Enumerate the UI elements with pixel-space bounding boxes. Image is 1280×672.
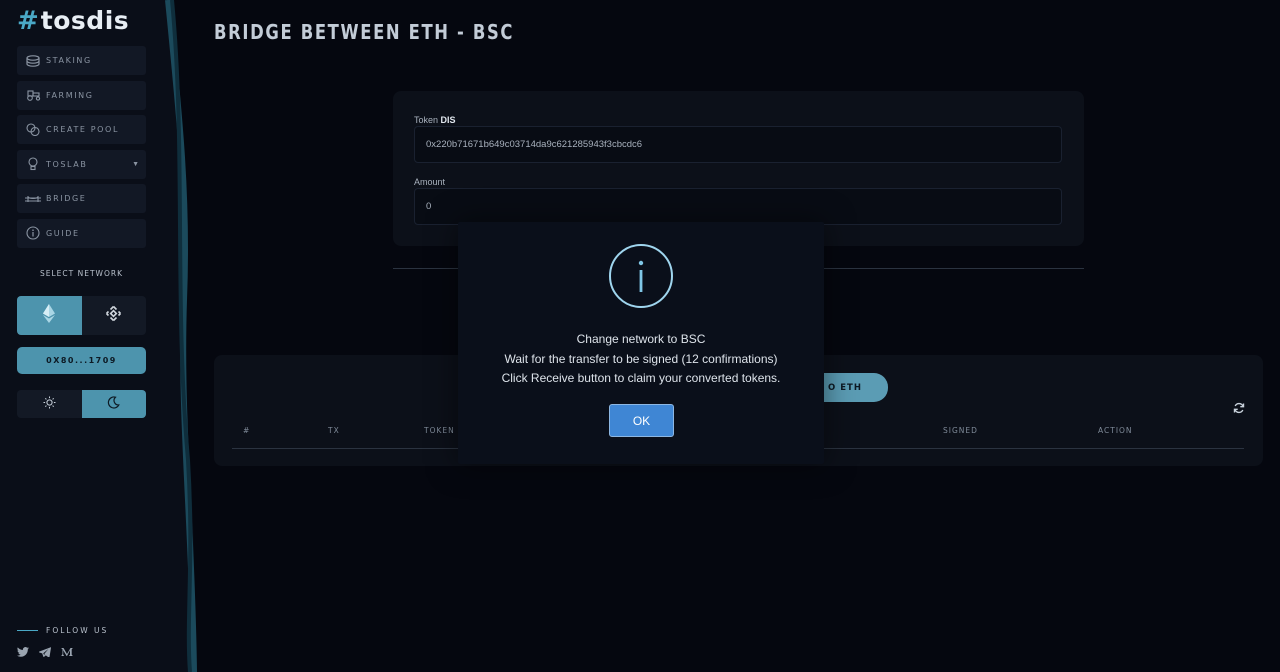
follow-us: FOLLOW US: [17, 626, 108, 635]
modal-message-line-1: Change network to BSC: [576, 332, 706, 346]
column-header-signed: SIGNED: [943, 426, 978, 435]
network-toggle: [17, 296, 146, 335]
ethereum-icon: [43, 303, 56, 328]
lightbulb-icon: [25, 157, 41, 171]
dark-theme-button[interactable]: [81, 390, 146, 418]
light-theme-button[interactable]: [17, 390, 82, 418]
telegram-icon[interactable]: [39, 646, 51, 658]
sidebar-item-toslab[interactable]: TOSLAB ▼: [17, 149, 146, 179]
sidebar-item-create-pool[interactable]: CREATE POOL: [17, 115, 146, 144]
sidebar-item-bridge[interactable]: BRIDGE: [17, 184, 146, 213]
info-icon: [25, 226, 41, 240]
tractor-icon: [25, 88, 41, 102]
info-modal: Change network to BSC Wait for the trans…: [458, 222, 824, 464]
column-header-tx: TX: [328, 426, 340, 435]
sidebar-item-label: FARMING: [46, 90, 94, 100]
sidebar-nav: STAKING FARMING CREATE POOL TOSLAB ▼ BRI…: [17, 46, 146, 253]
twitter-icon[interactable]: [17, 646, 29, 658]
token-symbol: DIS: [440, 115, 456, 125]
network-bsc-button[interactable]: [82, 296, 147, 335]
follow-us-label: FOLLOW US: [46, 626, 109, 635]
sidebar-wave-decoration: [160, 0, 197, 672]
info-icon: [609, 244, 673, 308]
sidebar-item-guide[interactable]: GUIDE: [17, 218, 146, 248]
app-root: # tosdis STAKING FARMING CREATE POOL TOS…: [0, 0, 1280, 672]
follow-divider: [17, 630, 38, 631]
theme-toggle: [17, 390, 146, 418]
token-address-field[interactable]: 0x220b71671b649c03714da9c621285943f3cbcd…: [414, 126, 1062, 163]
refresh-icon[interactable]: [1233, 402, 1245, 417]
sidebar-item-label: TOSLAB: [46, 159, 88, 169]
column-header-action: ACTION: [1098, 426, 1133, 435]
medium-icon[interactable]: [61, 646, 73, 658]
sun-icon: [43, 396, 56, 412]
sidebar-item-label: CREATE POOL: [46, 125, 120, 134]
select-network-label: SELECT NETWORK: [40, 269, 123, 278]
ok-button[interactable]: OK: [609, 404, 674, 437]
network-eth-button[interactable]: [17, 296, 82, 335]
sidebar-item-label: GUIDE: [46, 228, 80, 238]
column-header-index: #: [243, 426, 251, 435]
modal-message-line-2: Wait for the transfer to be signed (12 c…: [504, 352, 778, 366]
binance-icon: [105, 305, 122, 327]
sidebar-item-staking[interactable]: STAKING: [17, 46, 146, 75]
moon-icon: [107, 396, 121, 412]
bridge-icon: [25, 192, 41, 206]
chevron-down-icon: ▼: [132, 160, 139, 168]
sidebar: # tosdis STAKING FARMING CREATE POOL TOS…: [0, 0, 168, 672]
social-links: [17, 646, 73, 658]
page-title: BRIDGE BETWEEN ETH - BSC: [214, 20, 515, 44]
amount-input[interactable]: 0: [414, 188, 1062, 225]
sidebar-item-farming[interactable]: FARMING: [17, 80, 146, 110]
brand-logo[interactable]: # tosdis: [17, 6, 130, 36]
coins-icon: [25, 123, 41, 137]
logo-hash: #: [17, 6, 39, 36]
logo-text: tosdis: [40, 6, 130, 35]
token-label: Token DIS: [414, 115, 456, 125]
token-label-text: Token: [414, 115, 439, 125]
amount-label: Amount: [414, 177, 446, 187]
sidebar-item-label: BRIDGE: [46, 194, 87, 203]
staking-icon: [25, 54, 41, 68]
modal-message-line-3: Click Receive button to claim your conve…: [501, 371, 781, 385]
wallet-address-button[interactable]: 0X80...1709: [17, 347, 146, 374]
column-header-token: TOKEN: [424, 426, 455, 435]
sidebar-item-label: STAKING: [46, 56, 92, 65]
